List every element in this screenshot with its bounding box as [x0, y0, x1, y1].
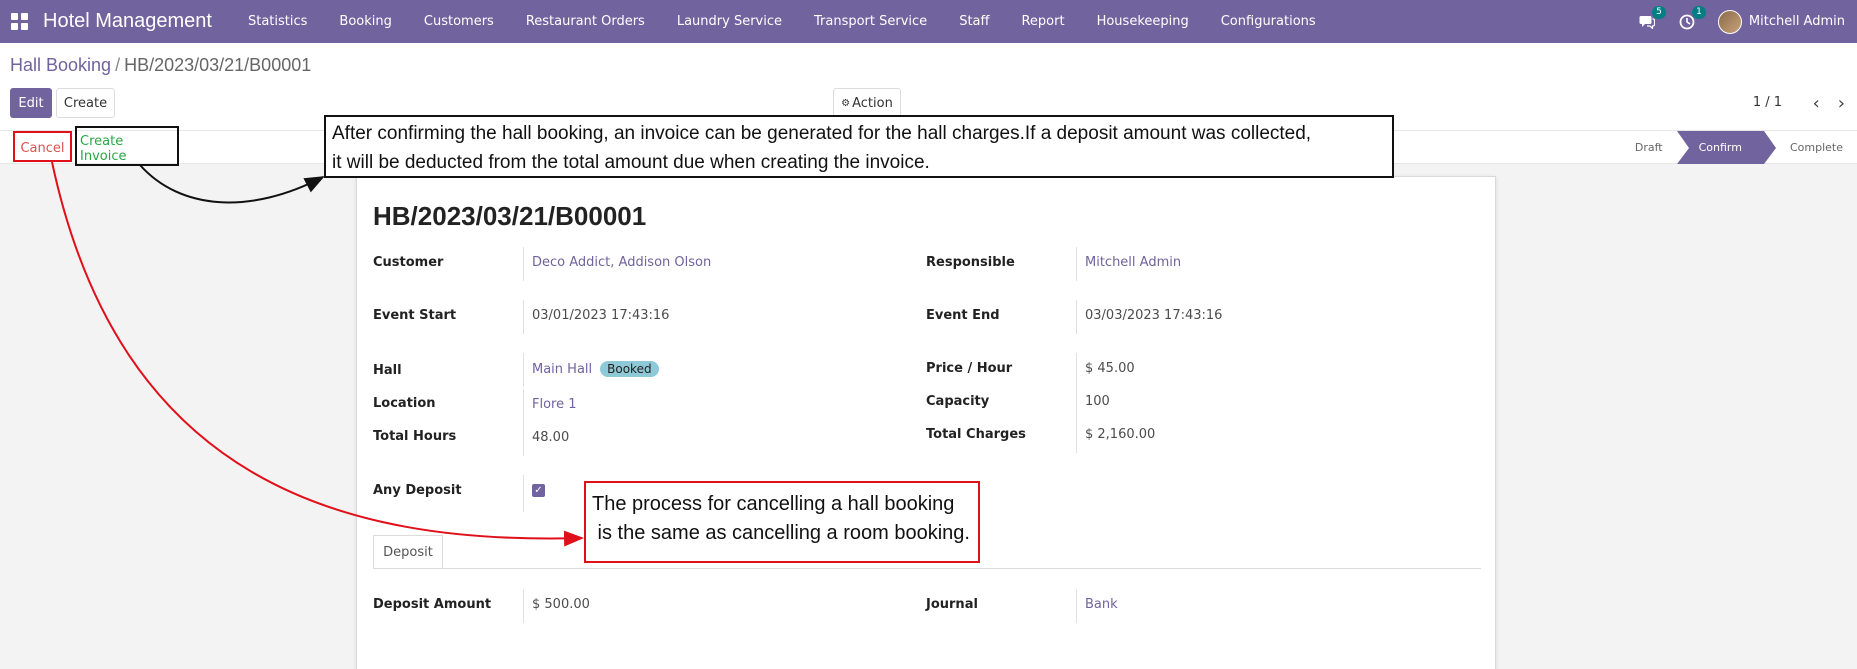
menu-item-staff[interactable]: Staff: [943, 0, 1005, 43]
total-charges-label: Total Charges: [926, 427, 1026, 442]
responsible-field[interactable]: Mitchell Admin: [1076, 247, 1181, 281]
responsible-label: Responsible: [926, 255, 1015, 270]
create-invoice-highlight-box: [75, 126, 179, 166]
journal-label: Journal: [926, 597, 978, 612]
any-deposit-checkbox[interactable]: ✓: [532, 484, 545, 497]
event-end-field[interactable]: 03/03/2023 17:43:16: [1076, 300, 1222, 334]
capacity-label: Capacity: [926, 394, 990, 409]
customer-field[interactable]: Deco Addict, Addison Olson: [523, 247, 711, 281]
location-field[interactable]: Flore 1: [523, 389, 577, 423]
messages-icon[interactable]: 5: [1638, 5, 1666, 31]
main-menu: Statistics Booking Customers Restaurant …: [232, 0, 1332, 43]
invoice-arrow: [139, 164, 325, 204]
invoice-annotation-line-2: it will be deducted from the total amoun…: [332, 152, 930, 173]
action-label: Action: [852, 95, 893, 111]
menu-item-booking[interactable]: Booking: [323, 0, 407, 43]
menu-item-laundry-service[interactable]: Laundry Service: [661, 0, 798, 43]
deposit-amount-field[interactable]: $ 500.00: [523, 589, 590, 623]
create-button[interactable]: Create: [56, 88, 115, 118]
deposit-amount-label: Deposit Amount: [373, 597, 492, 612]
messages-count-badge: 5: [1652, 5, 1666, 19]
user-name: Mitchell Admin: [1748, 14, 1845, 29]
edit-button[interactable]: Edit: [10, 88, 52, 118]
menu-item-transport-service[interactable]: Transport Service: [798, 0, 943, 43]
any-deposit-label: Any Deposit: [373, 483, 462, 498]
top-navbar: Hotel Management Statistics Booking Cust…: [0, 0, 1857, 43]
stage-complete[interactable]: Complete: [1764, 131, 1857, 164]
navbar-systray: 5 1 Mitchell Admin: [1638, 0, 1845, 43]
menu-item-restaurant-orders[interactable]: Restaurant Orders: [510, 0, 661, 43]
hall-label: Hall: [373, 363, 402, 378]
location-label: Location: [373, 396, 436, 411]
price-hour-field[interactable]: $ 45.00: [1076, 353, 1135, 387]
hall-field[interactable]: Main Hall Booked: [523, 353, 659, 387]
any-deposit-field: ✓: [523, 475, 545, 512]
menu-item-customers[interactable]: Customers: [408, 0, 510, 43]
apps-menu-icon[interactable]: [11, 12, 29, 31]
tab-divider: [373, 568, 1481, 569]
event-start-field[interactable]: 03/01/2023 17:43:16: [523, 300, 669, 334]
breadcrumb-separator: /: [115, 55, 121, 75]
status-badge: Booked: [600, 361, 659, 377]
total-hours-field: 48.00: [523, 422, 569, 456]
tab-deposit[interactable]: Deposit: [373, 535, 443, 569]
menu-item-housekeeping[interactable]: Housekeeping: [1081, 0, 1205, 43]
action-dropdown-button[interactable]: ⚙ Action: [833, 88, 901, 118]
menu-item-statistics[interactable]: Statistics: [232, 0, 323, 43]
breadcrumb: Hall Booking / HB/2023/03/21/B00001: [10, 55, 311, 76]
stage-confirm[interactable]: Confirm: [1676, 131, 1777, 164]
price-hour-label: Price / Hour: [926, 361, 1013, 376]
avatar: [1717, 9, 1742, 34]
event-end-label: Event End: [926, 308, 1000, 323]
cancel-highlight-box: [13, 131, 72, 162]
activities-count-badge: 1: [1692, 5, 1706, 19]
chevron-left-icon[interactable]: ‹: [1813, 93, 1820, 114]
app-title[interactable]: Hotel Management: [43, 10, 212, 33]
breadcrumb-parent-link[interactable]: Hall Booking: [10, 55, 111, 75]
invoice-annotation-line-1: After confirming the hall booking, an in…: [332, 123, 1312, 144]
activity-clock-icon[interactable]: 1: [1678, 5, 1706, 31]
event-start-label: Event Start: [373, 308, 457, 323]
gear-icon: ⚙: [841, 97, 851, 109]
total-charges-field: $ 2,160.00: [1076, 419, 1155, 453]
record-title: HB/2023/03/21/B00001: [373, 201, 647, 231]
stage-pipeline: Draft Confirm Complete: [1621, 131, 1857, 164]
total-hours-label: Total Hours: [373, 429, 457, 444]
menu-item-report[interactable]: Report: [1005, 0, 1080, 43]
customer-label: Customer: [373, 255, 444, 270]
capacity-field[interactable]: 100: [1076, 386, 1110, 420]
stage-draft[interactable]: Draft: [1621, 131, 1677, 164]
menu-item-configurations[interactable]: Configurations: [1205, 0, 1332, 43]
pager-value[interactable]: 1 / 1: [1753, 95, 1782, 110]
chevron-right-icon[interactable]: ›: [1838, 93, 1845, 114]
journal-field[interactable]: Bank: [1076, 589, 1118, 623]
cancel-annotation-callout: The process for cancelling a hall bookin…: [584, 481, 980, 563]
form-sheet: HB/2023/03/21/B00001 Customer Deco Addic…: [356, 176, 1496, 669]
pager-arrows: ‹ ›: [1813, 93, 1845, 114]
invoice-annotation-callout: After confirming the hall booking, an in…: [324, 115, 1394, 178]
breadcrumb-current: HB/2023/03/21/B00001: [124, 55, 312, 75]
user-menu[interactable]: Mitchell Admin: [1717, 9, 1845, 34]
